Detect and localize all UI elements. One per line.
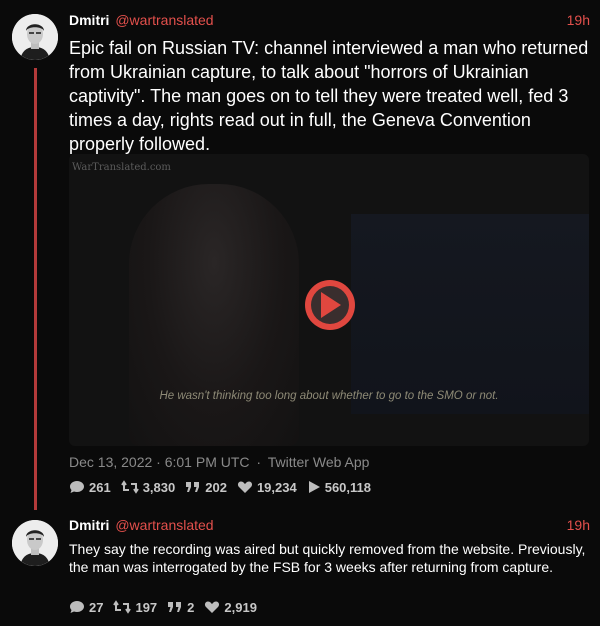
meta-separator: ·: [256, 454, 262, 470]
tweet-text: They say the recording was aired but qui…: [69, 541, 586, 575]
like-stat[interactable]: 2,919: [204, 600, 257, 615]
play-icon: [321, 292, 341, 318]
quote-stat[interactable]: 2: [167, 600, 194, 615]
tweet-stats: 261 3,830 202 19,234 560,118: [69, 479, 381, 495]
reply-icon: [70, 601, 84, 613]
views-count: 560,118: [324, 479, 371, 495]
avatar[interactable]: [12, 14, 58, 60]
video-watermark: WarTranslated.com: [72, 162, 171, 173]
video-frame-background-screen: [351, 214, 589, 414]
reply-count: 27: [89, 599, 104, 615]
tweet-text: Epic fail on Russian TV: channel intervi…: [69, 38, 589, 154]
video-player[interactable]: WarTranslated.com He wasn't thinking too…: [69, 154, 589, 446]
like-icon: [205, 601, 220, 613]
tweet-date[interactable]: Dec 13, 2022 · 6:01 PM UTC: [69, 454, 250, 470]
author-name[interactable]: Dmitri: [69, 517, 109, 533]
tweet-client: Twitter Web App: [267, 454, 370, 470]
retweet-icon: [120, 480, 139, 494]
quote-count: 202: [205, 479, 227, 495]
author-handle[interactable]: @wartranslated: [115, 517, 213, 533]
retweet-stat[interactable]: 3,830: [120, 479, 176, 495]
tweet-time[interactable]: 19h: [567, 517, 590, 533]
quote-icon: [186, 482, 200, 492]
thread-line: [34, 68, 37, 510]
views-icon: [308, 481, 320, 493]
tweet-meta: Dec 13, 2022 · 6:01 PM UTC · Twitter Web…: [69, 454, 372, 472]
play-button[interactable]: [305, 280, 355, 330]
author-name[interactable]: Dmitri: [69, 12, 109, 28]
author-handle[interactable]: @wartranslated: [115, 12, 213, 28]
tweet-time[interactable]: 19h: [567, 12, 590, 28]
views-stat[interactable]: 560,118: [307, 480, 371, 495]
quote-stat[interactable]: 202: [185, 480, 227, 495]
retweet-count: 3,830: [142, 479, 176, 495]
retweet-icon: [113, 600, 132, 614]
tweet-header: Dmitri @wartranslated 19h: [69, 12, 590, 30]
avatar[interactable]: [12, 520, 58, 566]
like-count: 2,919: [224, 599, 257, 615]
like-count: 19,234: [256, 479, 297, 495]
reply-icon: [70, 481, 84, 493]
video-subtitle: He wasn't thinking too long about whethe…: [159, 390, 499, 402]
quote-icon: [168, 602, 182, 612]
tweet-stats: 27 197 2 2,919: [69, 599, 267, 615]
tweet-header: Dmitri @wartranslated 19h: [69, 517, 590, 535]
like-stat[interactable]: 19,234: [237, 480, 297, 495]
retweet-stat[interactable]: 197: [113, 600, 157, 615]
quote-count: 2: [187, 599, 195, 615]
video-frame-person: [129, 184, 299, 446]
like-icon: [237, 481, 252, 493]
reply-count: 261: [89, 479, 111, 495]
reply-stat[interactable]: 261: [69, 480, 111, 495]
reply-stat[interactable]: 27: [69, 600, 103, 615]
retweet-count: 197: [135, 599, 158, 615]
